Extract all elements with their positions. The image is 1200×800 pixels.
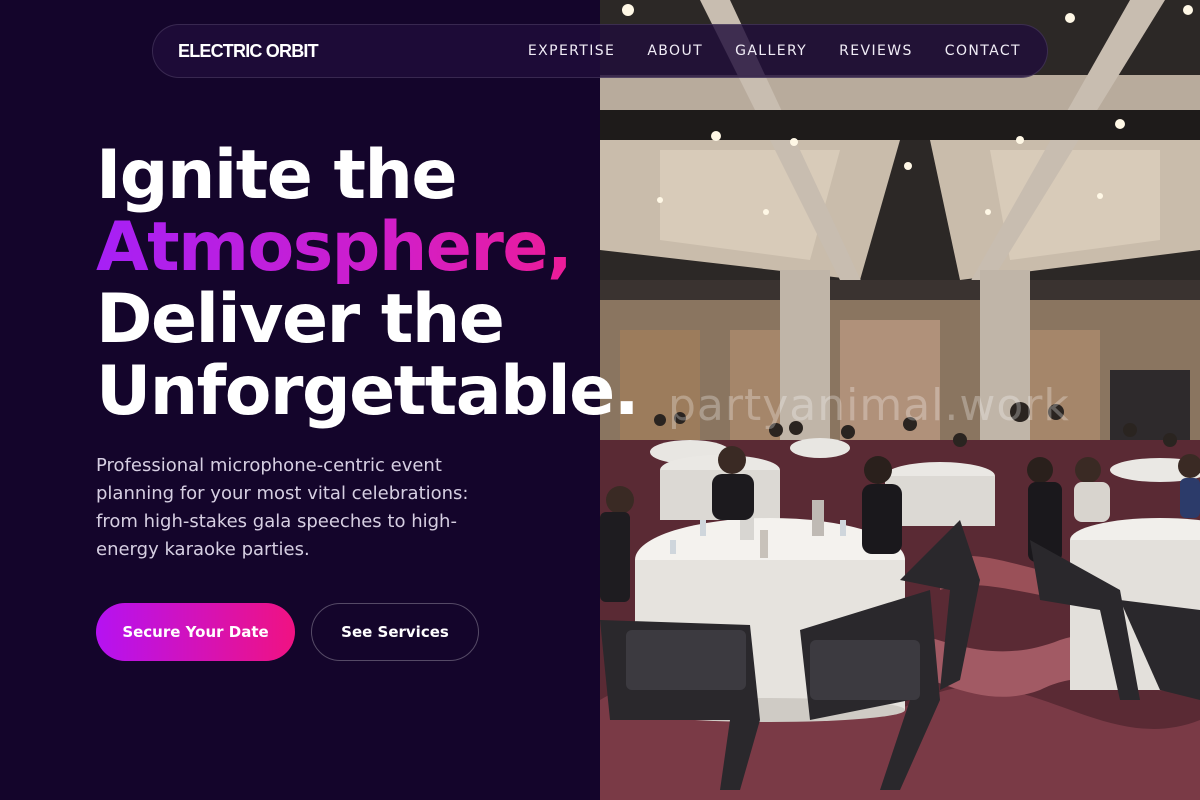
secure-your-date-button[interactable]: Secure Your Date	[96, 603, 295, 661]
see-services-button[interactable]: See Services	[311, 603, 479, 661]
top-navigation-bar: ELECTRIC ORBIT EXPERTISE ABOUT GALLERY R…	[152, 24, 1048, 78]
hero-subtitle: Professional microphone-centric event pl…	[96, 455, 469, 560]
hero-headline: Ignite the Atmosphere, Deliver the Unfor…	[96, 140, 696, 428]
photo-watermark: partyanimal.work	[668, 380, 1070, 431]
brand-logo[interactable]: ELECTRIC ORBIT	[178, 41, 319, 62]
headline-line-3: Deliver the	[96, 280, 505, 359]
nav-link-contact[interactable]: CONTACT	[945, 43, 1021, 59]
nav-link-about[interactable]: ABOUT	[647, 43, 703, 59]
headline-line-4: Unforgettable.	[96, 352, 640, 431]
nav-links: EXPERTISE ABOUT GALLERY REVIEWS CONTACT	[496, 43, 1021, 59]
headline-line-1: Ignite the	[96, 136, 458, 215]
nav-link-gallery[interactable]: GALLERY	[735, 43, 807, 59]
nav-link-expertise[interactable]: EXPERTISE	[528, 43, 615, 59]
nav-link-reviews[interactable]: REVIEWS	[839, 43, 913, 59]
headline-accent-word: Atmosphere,	[96, 212, 696, 284]
